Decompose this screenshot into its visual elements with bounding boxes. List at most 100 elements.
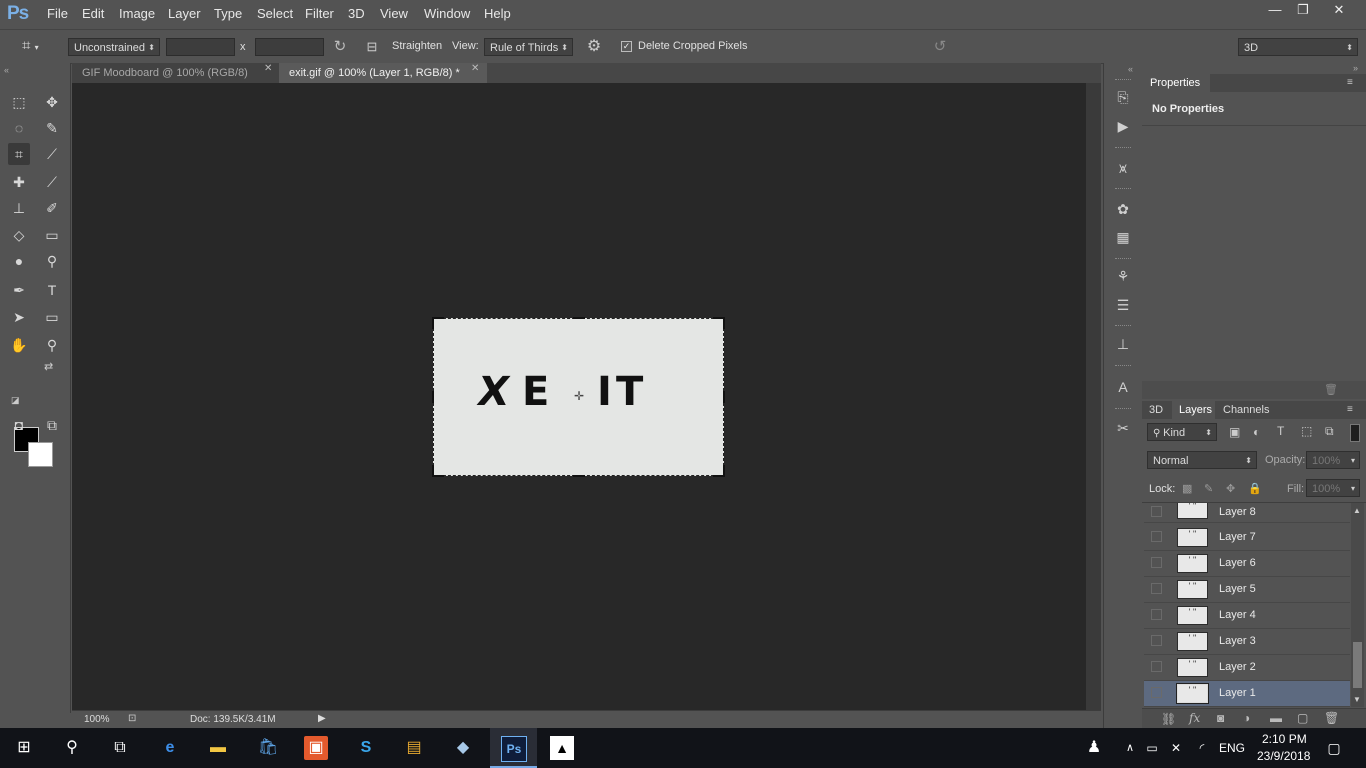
restore-button[interactable]: ❐	[1286, 0, 1320, 20]
path-selection-tool-icon[interactable]: ➤	[8, 306, 30, 328]
straighten-button[interactable]: Straighten	[392, 40, 442, 52]
crop-handle[interactable]	[713, 317, 725, 329]
crop-handle[interactable]	[573, 317, 585, 319]
crop-tool-preset-icon[interactable]: ⌗ ▾	[22, 37, 52, 55]
windows-start-icon[interactable]: ⊞	[12, 736, 36, 760]
notes-icon[interactable]: ◆	[451, 736, 475, 760]
menu-image[interactable]: Image	[119, 6, 155, 21]
background-color-swatch[interactable]	[28, 442, 53, 467]
crop-handle[interactable]	[432, 317, 444, 329]
scroll-up-icon[interactable]: ▲	[1353, 506, 1361, 515]
dodge-tool-icon[interactable]: ⚲	[41, 250, 63, 272]
quick-selection-tool-icon[interactable]: ✎	[41, 117, 63, 139]
menu-help[interactable]: Help	[484, 6, 511, 21]
adjustments-icon[interactable]: ☰	[1113, 295, 1133, 315]
crop-ratio-dropdown[interactable]: Unconstrained ⬍	[68, 38, 160, 56]
trash-icon[interactable]: 🗑	[1324, 383, 1338, 396]
archive-icon[interactable]: ▤	[402, 736, 426, 760]
visibility-toggle[interactable]	[1151, 531, 1162, 542]
pen-tool-icon[interactable]: ✒	[8, 279, 30, 301]
layer-row[interactable]: ' " Layer 2	[1144, 655, 1350, 681]
new-group-icon[interactable]: ▬	[1270, 711, 1282, 725]
gear-icon[interactable]: ⚙	[584, 37, 604, 57]
layer-row[interactable]: ' " Layer 4	[1144, 603, 1350, 629]
lasso-tool-icon[interactable]: ◌	[8, 117, 30, 139]
filter-shape-icon[interactable]: ⬚	[1301, 424, 1312, 438]
overlay-view-dropdown[interactable]: Rule of Thirds ⬍	[484, 38, 573, 56]
eyedropper-tool-icon[interactable]: ⟋	[41, 143, 63, 165]
filter-type-icon[interactable]: T	[1277, 424, 1284, 438]
task-view-icon[interactable]: ⧉	[108, 736, 132, 760]
add-mask-icon[interactable]: ◙	[1217, 711, 1224, 725]
canvas-scrollbar[interactable]	[1086, 83, 1101, 710]
visibility-toggle[interactable]	[1151, 583, 1162, 594]
panel-menu-icon[interactable]: ≡	[1347, 404, 1353, 415]
layer-row[interactable]: ' " Layer 8	[1144, 503, 1350, 523]
quick-mask-icon[interactable]: ◘	[8, 414, 30, 436]
photoshop-icon[interactable]: Ps	[501, 736, 527, 762]
menu-select[interactable]: Select	[257, 6, 293, 21]
tab-exit-gif[interactable]: exit.gif @ 100% (Layer 1, RGB/8) *	[279, 63, 487, 83]
link-layers-icon[interactable]: ⛓	[1161, 712, 1176, 726]
opacity-field[interactable]: 100% ▾	[1306, 451, 1360, 469]
close-button[interactable]: ✕	[1322, 0, 1356, 20]
collapse-icon[interactable]: «	[1128, 64, 1133, 74]
histogram-icon[interactable]: ⩙	[1113, 158, 1133, 178]
filter-pixel-icon[interactable]: ▣	[1229, 425, 1240, 439]
brush-presets-icon[interactable]: ⚘	[1113, 266, 1133, 286]
tab-channels[interactable]: Channels	[1223, 404, 1269, 416]
history-icon[interactable]: ⎘	[1113, 87, 1133, 107]
hand-tool-icon[interactable]: ✋	[8, 334, 30, 356]
layer-row[interactable]: ' " Layer 6	[1144, 551, 1350, 577]
filter-toggle[interactable]	[1350, 424, 1360, 442]
menu-layer[interactable]: Layer	[168, 6, 201, 21]
fill-field[interactable]: 100% ▾	[1306, 479, 1360, 497]
delete-cropped-checkbox[interactable]: ✓	[621, 41, 632, 52]
layer-filter-dropdown[interactable]: ⚲ Kind ⬍	[1147, 423, 1217, 441]
color-palette-icon[interactable]: ✿	[1113, 199, 1133, 219]
tab-properties[interactable]: Properties	[1150, 77, 1200, 89]
healing-brush-tool-icon[interactable]: ✚	[8, 171, 30, 193]
visibility-toggle[interactable]	[1151, 609, 1162, 620]
character-icon[interactable]: A	[1113, 377, 1133, 397]
panel-menu-icon[interactable]: ≡	[1347, 77, 1353, 88]
scrollbar-thumb[interactable]	[1353, 642, 1362, 688]
language-indicator[interactable]: ENG	[1219, 741, 1245, 755]
new-layer-icon[interactable]: ▢	[1297, 711, 1308, 725]
straighten-icon[interactable]: ⊟	[363, 38, 381, 56]
edge-browser-icon[interactable]: e	[158, 736, 182, 760]
adjustment-layer-icon[interactable]: ◑	[1243, 711, 1250, 725]
crop-handle[interactable]	[713, 465, 725, 477]
store-icon[interactable]: 🛍	[256, 736, 280, 760]
menu-type[interactable]: Type	[214, 6, 242, 21]
blend-mode-dropdown[interactable]: Normal ⬍	[1147, 451, 1257, 469]
crop-width-field[interactable]	[166, 38, 235, 56]
chevron-up-icon[interactable]: ∧	[1118, 736, 1142, 760]
swap-dimensions-icon[interactable]: ↻	[331, 38, 349, 56]
crop-handle[interactable]	[573, 475, 585, 477]
menu-3d[interactable]: 3D	[348, 6, 365, 21]
filter-smart-object-icon[interactable]: ⧉	[1325, 424, 1334, 439]
visibility-toggle[interactable]	[1151, 687, 1162, 698]
wifi-icon[interactable]: ◜	[1190, 736, 1214, 760]
layer-row-selected[interactable]: ' " Layer 1	[1144, 681, 1350, 707]
photos-icon[interactable]: ▲	[550, 736, 574, 760]
lock-all-icon[interactable]: 🔒	[1248, 482, 1262, 495]
visibility-toggle[interactable]	[1151, 635, 1162, 646]
swatches-icon[interactable]: ▦	[1113, 227, 1133, 247]
menu-window[interactable]: Window	[424, 6, 470, 21]
status-menu-arrow-icon[interactable]: ▶	[318, 713, 326, 724]
swap-colors-icon[interactable]: ⇄	[44, 360, 53, 373]
trash-icon[interactable]: 🗑	[1324, 711, 1339, 725]
battery-icon[interactable]: ▭	[1140, 736, 1164, 760]
history-brush-tool-icon[interactable]: ✐	[41, 197, 63, 219]
tab-gif-moodboard[interactable]: GIF Moodboard @ 100% (RGB/8)	[72, 63, 279, 83]
visibility-toggle[interactable]	[1151, 557, 1162, 568]
visibility-toggle[interactable]	[1151, 661, 1162, 672]
search-icon[interactable]: ⚲	[60, 736, 84, 760]
file-explorer-icon[interactable]: ▬	[206, 736, 230, 760]
lock-transparent-icon[interactable]: ▩	[1182, 482, 1192, 495]
clock-time[interactable]: 2:10 PM	[1262, 732, 1307, 746]
rectangle-tool-icon[interactable]: ▭	[41, 306, 63, 328]
clone-source-icon[interactable]: ⊥	[1113, 334, 1133, 354]
